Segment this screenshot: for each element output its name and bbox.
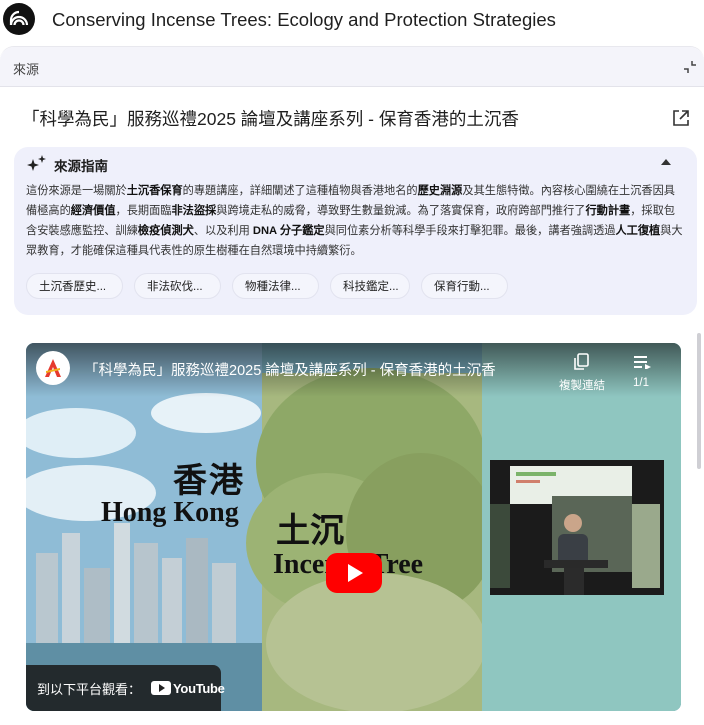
top-bar: Conserving Incense Trees: Ecology and Pr… <box>0 0 704 40</box>
video-embed[interactable]: 「科學為民」服務巡禮2025 論壇及講座系列 - 保育香港的土沉香 複製連結 1… <box>26 343 681 711</box>
topic-chip[interactable]: 土沉香歷史... <box>26 273 123 299</box>
collapse-panel-icon[interactable] <box>682 59 698 75</box>
topic-chip[interactable]: 非法砍伐... <box>134 273 221 299</box>
channel-logo-mark-icon <box>45 359 61 377</box>
summary-keyword: 行動計畫 <box>585 205 631 217</box>
frame-caption-hong-kong-en: Hong Kong <box>101 497 239 528</box>
topic-chip[interactable]: 科技鑑定... <box>330 273 410 299</box>
sparkle-icon <box>27 155 46 171</box>
summary-keyword: 人工復植 <box>615 225 661 237</box>
playlist-icon[interactable] <box>634 355 652 369</box>
source-document-title: 「科學為民」服務巡禮2025 論壇及講座系列 - 保育香港的土沉香 <box>22 109 519 129</box>
speaker-inset-video <box>490 460 664 595</box>
source-guide-title: 來源指南 <box>54 159 108 174</box>
play-button[interactable] <box>326 553 382 593</box>
summary-text: ，長期面臨 <box>115 205 172 217</box>
scrollbar-thumb[interactable] <box>697 333 701 469</box>
notebook-title[interactable]: Conserving Incense Trees: Ecology and Pr… <box>52 9 556 31</box>
summary-keyword: 檢疫偵測犬 <box>137 225 194 237</box>
youtube-wordmark: YouTube <box>173 680 225 696</box>
summary-text: 與同位素分析等科學手段來打擊犯罪。最後，講者強調透過 <box>324 225 616 237</box>
open-in-new-icon[interactable] <box>671 108 691 128</box>
copy-link-icon[interactable] <box>573 353 589 371</box>
logo-arcs-icon <box>9 10 29 26</box>
watch-on-youtube-bar[interactable]: 到以下平台觀看： YouTube <box>26 665 225 711</box>
summary-keyword: 非法盜採 <box>171 205 217 217</box>
summary-text: 、以及利用 <box>193 225 253 237</box>
collapse-guide-icon[interactable] <box>661 159 671 165</box>
summary-text: 這份來源是一場關於 <box>26 185 127 197</box>
youtube-logo[interactable]: YouTube <box>151 681 225 696</box>
summary-keyword: 歷史淵源 <box>417 185 463 197</box>
summary-keyword: 土沉香保育 <box>126 185 183 197</box>
youtube-icon <box>151 681 172 695</box>
summary-text: 的專題講座，詳細闡述了這種植物與香港地名的 <box>182 185 418 197</box>
topic-chips: 土沉香歷史... 非法砍伐... 物種法律... 科技鑑定... 保育行動... <box>26 273 508 299</box>
sources-panel-label: 來源 <box>13 62 40 77</box>
notebook-logo-icon[interactable] <box>3 3 35 35</box>
summary-text: 與跨境走私的威脅，導致野生數量銳減。為了落實保育，政府跨部門推行了 <box>216 205 586 217</box>
frame-caption-hong-kong-zh: 香港 <box>173 461 245 501</box>
source-guide-summary: 這份來源是一場關於土沉香保育的專題講座，詳細闡述了這種植物與香港地名的歷史淵源及… <box>26 181 686 261</box>
topic-chip[interactable]: 物種法律... <box>232 273 319 299</box>
summary-keyword: DNA 分子鑑定 <box>252 225 325 237</box>
channel-avatar-icon[interactable] <box>36 351 70 385</box>
sources-panel-header: 來源 <box>0 47 704 87</box>
source-guide: 來源指南 這份來源是一場關於土沉香保育的專題講座，詳細闡述了這種植物與香港地名的… <box>14 147 697 315</box>
frame-caption-incense-tree-zh: 土沉 <box>276 511 344 551</box>
video-title[interactable]: 「科學為民」服務巡禮2025 論壇及講座系列 - 保育香港的土沉香 <box>84 359 496 380</box>
sources-panel: 來源 「科學為民」服務巡禮2025 論壇及講座系列 - 保育香港的土沉香 來源指… <box>0 46 704 725</box>
playlist-count: 1/1 <box>633 377 649 389</box>
play-icon <box>348 564 363 582</box>
summary-keyword: 經濟價值 <box>70 205 116 217</box>
youtube-play-mark-icon <box>158 684 165 692</box>
topic-chip[interactable]: 保育行動... <box>421 273 508 299</box>
copy-link-label[interactable]: 複製連結 <box>559 377 605 393</box>
watch-on-label: 到以下平台觀看： <box>37 681 142 697</box>
